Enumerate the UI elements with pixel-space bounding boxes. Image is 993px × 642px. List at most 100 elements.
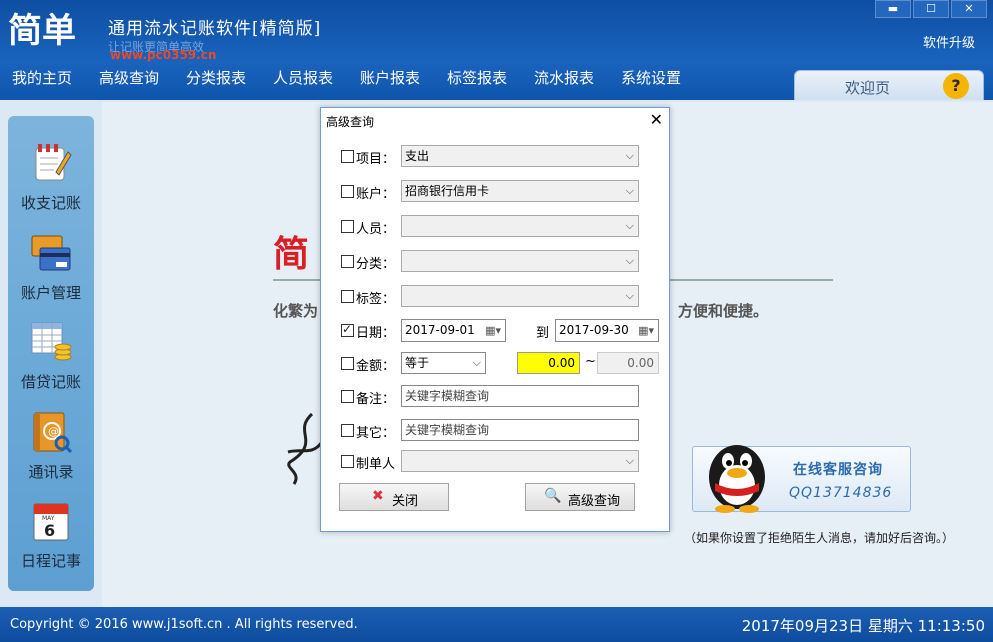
close-window-button[interactable]: ✕ — [951, 0, 987, 18]
tab-welcome-label: 欢迎页 — [845, 79, 891, 97]
credit-card-icon — [31, 235, 71, 271]
online-support-box[interactable]: 在线客服咨询 QQ13714836 — [692, 445, 911, 513]
filter-row-account: 账户： 招商银行信用卡 ⌵ — [341, 180, 661, 204]
svg-text:@: @ — [48, 425, 59, 438]
watermark-text: www.pc0359.cn — [110, 48, 217, 62]
filter-row-tag: 标签： ⌵ — [341, 285, 661, 309]
amount-label: 金额： — [356, 359, 396, 374]
maximize-button[interactable]: ☐ — [913, 0, 949, 18]
support-title: 在线客服咨询 — [793, 462, 883, 478]
filter-row-project: 项目： 支出 ⌵ — [341, 145, 661, 169]
query-button[interactable]: 🔍 高级查询 — [525, 483, 635, 511]
help-icon[interactable]: ? — [943, 73, 969, 99]
filter-row-other: 其它： 关键字模糊查询 — [341, 419, 661, 443]
date-to-label: 到 — [536, 326, 550, 341]
date-from-picker[interactable]: 2017-09-01 ▦▾ — [401, 319, 506, 342]
account-select[interactable]: 招商银行信用卡 ⌵ — [401, 180, 639, 202]
close-x-icon: ✖ — [372, 488, 384, 504]
note-label: 备注： — [356, 392, 396, 407]
date-label: 日期： — [356, 326, 396, 341]
sidebar-label-schedule: 日程记事 — [20, 552, 81, 570]
menu-flow-report[interactable]: 流水报表 — [534, 67, 594, 88]
qq-penguin-icon — [709, 445, 765, 513]
spreadsheet-coins-icon — [31, 322, 72, 361]
amount-operator-select[interactable]: 等于 ⌵ — [401, 352, 486, 374]
person-select[interactable]: ⌵ — [401, 215, 639, 237]
menu-home[interactable]: 我的主页 — [12, 67, 72, 88]
sidebar-item-loans[interactable]: 借贷记账 — [8, 321, 94, 407]
project-checkbox[interactable] — [341, 150, 354, 163]
note-checkbox[interactable] — [341, 390, 354, 403]
creator-select[interactable]: ⌵ — [401, 450, 639, 472]
calendar-dropdown-icon: ▦▾ — [638, 324, 654, 337]
calendar-dropdown-icon: ▦▾ — [485, 324, 501, 337]
date-to-value: 2017-09-30 — [559, 323, 629, 337]
app-title: 通用流水记账软件[精简版] — [108, 19, 322, 39]
other-input[interactable]: 关键字模糊查询 — [401, 419, 639, 441]
support-note: （如果你设置了拒绝陌生人消息，请加好后咨询。） — [684, 531, 955, 545]
calendar-day: 6 — [44, 521, 55, 540]
amount-checkbox[interactable] — [341, 357, 354, 370]
date-from-value: 2017-09-01 — [405, 323, 475, 337]
project-value: 支出 — [405, 149, 430, 163]
date-to-picker[interactable]: 2017-09-30 ▦▾ — [555, 319, 659, 342]
close-button[interactable]: ✖ 关闭 — [339, 483, 449, 511]
chevron-down-icon: ⌵ — [625, 254, 634, 267]
category-checkbox[interactable] — [341, 255, 354, 268]
upgrade-link[interactable]: 软件升级 — [923, 32, 975, 51]
category-label: 分类： — [356, 257, 396, 272]
filter-row-person: 人员： ⌵ — [341, 215, 661, 239]
other-checkbox[interactable] — [341, 424, 354, 437]
banner-slogan-start: 化繁为 — [273, 302, 319, 320]
creator-checkbox[interactable] — [341, 455, 354, 468]
title-bar: 简单 通用流水记账软件[精简版] 让记账更简单高效 www.pc0359.cn … — [0, 0, 993, 62]
amount-max-input[interactable]: 0.00 — [597, 352, 659, 374]
date-checkbox[interactable] — [341, 322, 354, 337]
tag-label: 标签： — [356, 292, 396, 307]
project-label: 项目： — [356, 152, 396, 167]
person-label: 人员： — [356, 222, 396, 237]
sidebar-label-contacts: 通讯录 — [28, 463, 74, 481]
account-checkbox[interactable] — [341, 185, 354, 198]
menu-tag-report[interactable]: 标签报表 — [447, 67, 507, 88]
dialog-close-icon[interactable]: ✕ — [650, 110, 663, 129]
tab-welcome[interactable]: 欢迎页 ? — [794, 70, 984, 101]
copyright-text: Copyright © 2016 www.j1soft.cn . All rig… — [10, 617, 358, 632]
app-logo-icon: 简单 — [8, 11, 76, 51]
menu-advanced-query[interactable]: 高级查询 — [99, 67, 159, 88]
sidebar-item-contacts[interactable]: @ 通讯录 — [8, 411, 94, 497]
calendar-icon: MAY 6 — [33, 503, 69, 541]
tag-select[interactable]: ⌵ — [401, 285, 639, 307]
filter-row-creator: 制单人 ⌵ — [341, 450, 661, 474]
amount-operator-value: 等于 — [405, 356, 430, 370]
tag-checkbox[interactable] — [341, 290, 354, 303]
other-label: 其它： — [356, 426, 396, 441]
chevron-down-icon: ⌵ — [472, 356, 481, 369]
sidebar-item-income-expense[interactable]: 收支记账 — [8, 142, 94, 228]
filter-row-category: 分类： ⌵ — [341, 250, 661, 274]
sidebar-item-accounts[interactable]: 账户管理 — [8, 232, 94, 318]
minimize-button[interactable]: ▬ — [875, 0, 911, 18]
search-icon: 🔍 — [544, 488, 562, 504]
account-label: 账户： — [356, 187, 396, 202]
note-input[interactable]: 关键字模糊查询 — [401, 385, 639, 407]
menu-settings[interactable]: 系统设置 — [621, 67, 681, 88]
filter-row-date: 日期： 2017-09-01 ▦▾ 到 2017-09-30 ▦▾ — [341, 319, 661, 343]
menu-category-report[interactable]: 分类报表 — [186, 67, 246, 88]
sidebar-label-loans: 借贷记账 — [20, 373, 81, 391]
category-select[interactable]: ⌵ — [401, 250, 639, 272]
sidebar-item-schedule[interactable]: MAY 6 日程记事 — [8, 500, 94, 586]
account-value: 招商银行信用卡 — [405, 184, 490, 198]
address-book-icon: @ — [33, 412, 72, 453]
project-select[interactable]: 支出 ⌵ — [401, 145, 639, 167]
amount-min-input[interactable]: 0.00 — [517, 352, 580, 374]
clock-text: 2017年09月23日 星期六 11:13:50 — [741, 617, 985, 635]
amount-range-separator: ~ — [585, 354, 596, 369]
chevron-down-icon: ⌵ — [625, 454, 634, 467]
person-checkbox[interactable] — [341, 220, 354, 233]
menu-account-report[interactable]: 账户报表 — [360, 67, 420, 88]
sidebar-label-income-expense: 收支记账 — [20, 194, 81, 212]
chevron-down-icon: ⌵ — [625, 219, 634, 232]
menu-person-report[interactable]: 人员报表 — [273, 67, 333, 88]
advanced-query-dialog: 高级查询 ✕ 项目： 支出 ⌵ 账户： 招商银行信用卡 ⌵ 人员： ⌵ 分类： ⌵ … — [320, 107, 670, 532]
